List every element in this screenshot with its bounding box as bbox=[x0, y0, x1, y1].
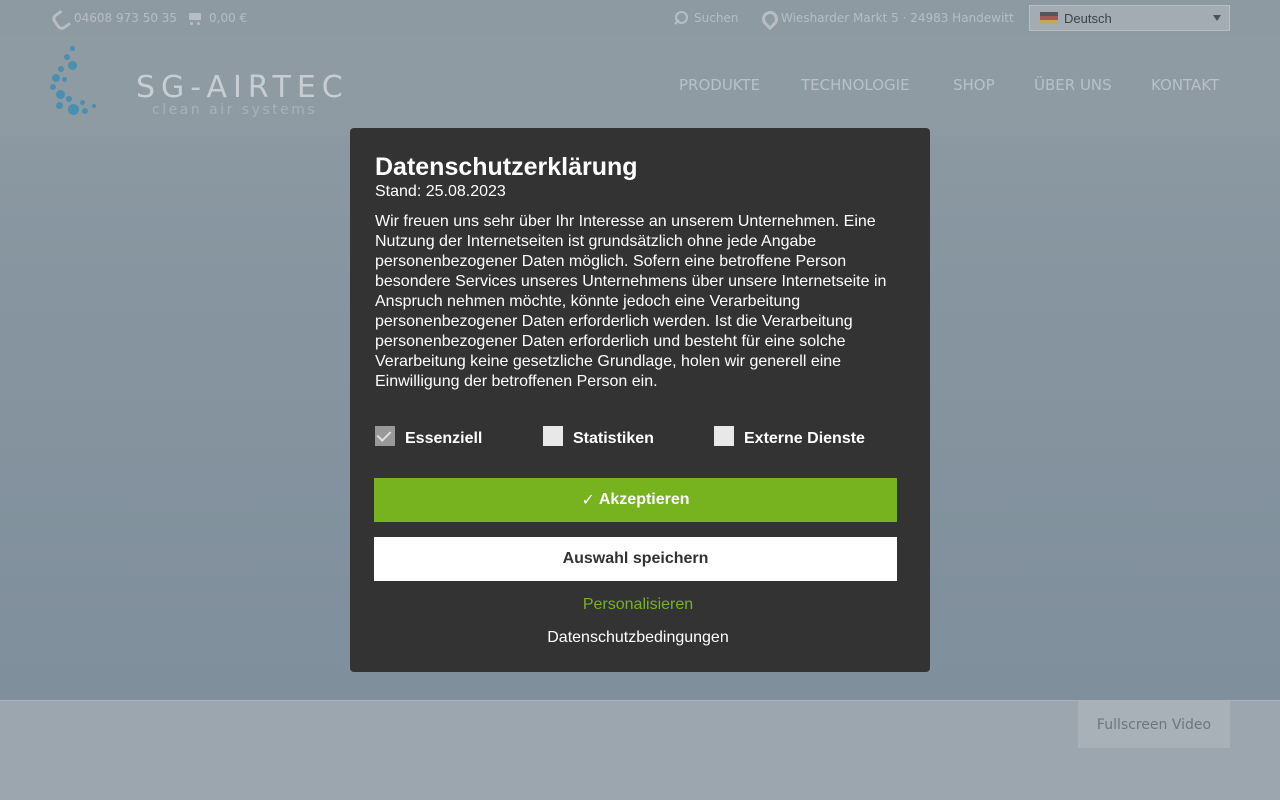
personalize-link[interactable]: Personalisieren bbox=[350, 596, 926, 614]
checkbox-label: Statistiken bbox=[573, 430, 654, 447]
dialog-title: Datenschutzerklärung bbox=[375, 153, 638, 181]
checkbox-essenziell[interactable]: Essenziell bbox=[375, 426, 482, 448]
checkbox-checked-icon[interactable] bbox=[375, 426, 395, 446]
save-selection-button[interactable]: Auswahl speichern bbox=[374, 537, 897, 581]
accept-button[interactable]: ✓ Akzeptieren bbox=[374, 478, 897, 522]
consent-options: Essenziell Statistiken Externe Dienste bbox=[375, 426, 905, 450]
checkbox-unchecked-icon[interactable] bbox=[714, 426, 734, 446]
checkbox-label: Externe Dienste bbox=[744, 430, 865, 447]
privacy-consent-dialog: Datenschutzerklärung Stand: 25.08.2023 W… bbox=[350, 128, 930, 672]
dialog-date: Stand: 25.08.2023 bbox=[375, 183, 506, 200]
checkmark-icon: ✓ bbox=[581, 492, 595, 509]
accept-button-label: Akzeptieren bbox=[598, 491, 690, 508]
privacy-policy-link[interactable]: Datenschutzbedingungen bbox=[350, 629, 926, 647]
checkbox-label: Essenziell bbox=[405, 430, 483, 447]
checkbox-statistiken[interactable]: Statistiken bbox=[543, 426, 654, 448]
checkbox-externe-dienste[interactable]: Externe Dienste bbox=[714, 426, 865, 448]
checkbox-unchecked-icon[interactable] bbox=[543, 426, 563, 446]
modal-overlay: Datenschutzerklärung Stand: 25.08.2023 W… bbox=[0, 0, 1280, 800]
dialog-body-text: Wir freuen uns sehr über Ihr Interesse a… bbox=[375, 213, 887, 390]
